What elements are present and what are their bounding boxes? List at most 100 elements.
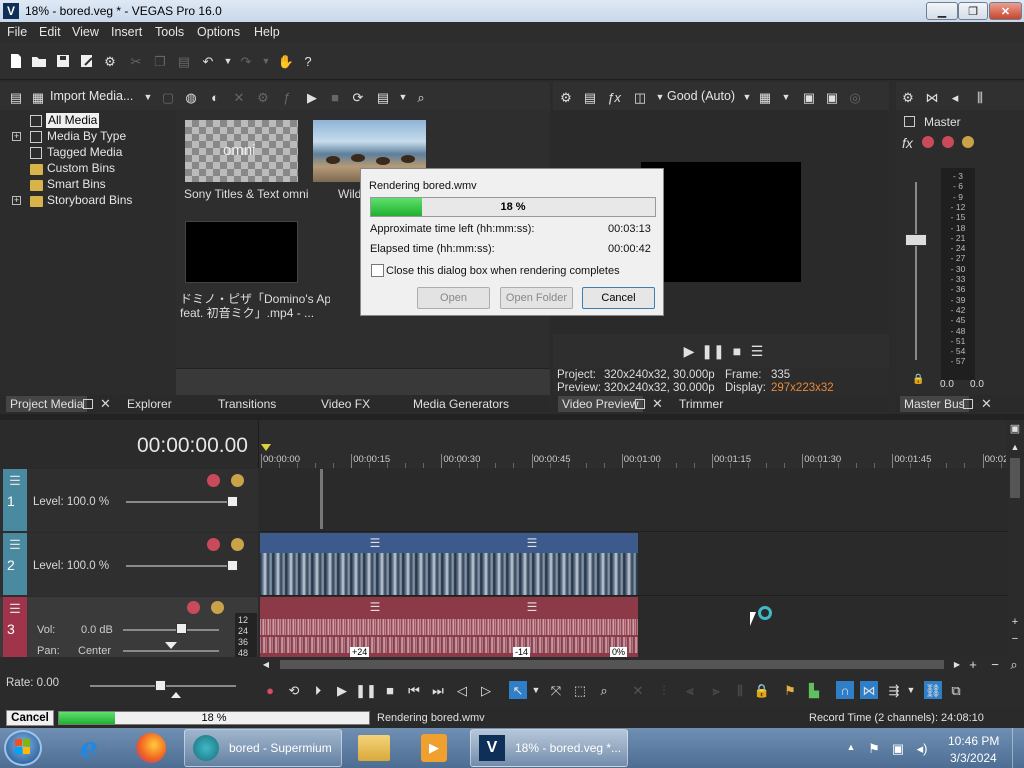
zoom-tool-icon[interactable]: ⌕ — [1008, 658, 1020, 671]
dim-output-icon[interactable]: ◂ — [947, 89, 963, 105]
mixer-faders-icon[interactable]: ⫼ — [972, 89, 988, 105]
media-thumbnail-titles[interactable]: omni — [185, 120, 298, 182]
paste-icon[interactable]: ▤ — [176, 53, 192, 69]
auto-preview-icon[interactable]: ⟳ — [350, 89, 366, 105]
lock-icon[interactable]: 🔒 — [912, 374, 924, 385]
track-grip[interactable]: ☰ 3 — [3, 597, 27, 657]
tree-item-tagged-media[interactable]: Tagged Media — [47, 145, 122, 160]
new-file-icon[interactable] — [8, 53, 24, 69]
preview-settings-icon[interactable]: ⚙ — [558, 89, 574, 105]
help-icon[interactable]: ? — [300, 53, 316, 69]
tab-close-icon[interactable]: ✕ — [100, 396, 111, 412]
zoom-out-icon[interactable]: − — [1008, 632, 1022, 646]
auto-crossfade-icon[interactable]: ⋈ — [860, 681, 878, 699]
clock-date[interactable]: 3/3/2024 — [950, 751, 997, 765]
play-icon[interactable]: ▶ — [334, 682, 350, 698]
expand-icon[interactable]: + — [12, 196, 21, 205]
scroll-thumb[interactable] — [1010, 458, 1020, 498]
clip-menu-icon[interactable]: ☰ — [368, 600, 382, 614]
events-icon[interactable]: ✋ — [278, 53, 294, 69]
close-on-complete-checkbox[interactable] — [371, 264, 384, 277]
master-mute-icon[interactable] — [942, 136, 954, 148]
level-slider-knob[interactable] — [227, 496, 238, 507]
timeline-vscroll[interactable]: ▣ ▲ + − — [1006, 420, 1024, 660]
hscroll-thumb[interactable] — [280, 660, 944, 669]
play-icon[interactable]: ▶ — [304, 89, 320, 105]
open-button[interactable]: Open — [417, 287, 490, 309]
quality-dropdown-icon[interactable]: ▼ — [739, 89, 755, 105]
master-fx-chain-icon[interactable] — [922, 136, 934, 148]
lock-envelopes-icon[interactable]: ⛓ — [924, 681, 942, 699]
undo-dropdown-icon[interactable]: ▼ — [220, 53, 236, 69]
track-menu-icon[interactable]: ☰ — [7, 601, 23, 615]
preview-menu-icon[interactable]: ☰ — [749, 343, 765, 359]
redo-dropdown-icon[interactable]: ▼ — [258, 53, 274, 69]
menu-tools[interactable]: Tools — [155, 25, 184, 39]
menu-edit[interactable]: Edit — [39, 25, 61, 39]
stop-icon[interactable]: ■ — [382, 682, 398, 698]
save-snapshot-icon[interactable]: ▣ — [824, 89, 840, 105]
track-header-2[interactable]: ☰ 2 Level: 100.0 % — [0, 533, 258, 596]
track-mute-icon[interactable] — [187, 601, 200, 614]
split-icon[interactable]: ⫼ — [732, 682, 748, 698]
cut-icon[interactable]: ✂ — [128, 53, 144, 69]
delete-icon[interactable]: ✕ — [630, 682, 646, 698]
rate-slider-knob[interactable] — [155, 680, 166, 691]
capture-icon[interactable]: ▢ — [160, 89, 176, 105]
master-fader-knob[interactable] — [905, 234, 927, 246]
tool-dropdown-icon[interactable]: ▼ — [531, 682, 541, 698]
play-from-start-icon[interactable]: ⏵ — [310, 682, 326, 698]
track-lane-2[interactable]: ☰ ☰ — [260, 533, 1008, 596]
media-grid-scroll[interactable] — [176, 368, 550, 395]
get-media-icon[interactable]: ◍ — [183, 89, 199, 105]
settings-gear-icon[interactable]: ⚙ — [102, 53, 118, 69]
tab-media-generators[interactable]: Media Generators — [413, 397, 509, 411]
preview-device-icon[interactable]: ▤ — [582, 89, 598, 105]
tab-trimmer[interactable]: Trimmer — [679, 397, 723, 411]
redo-icon[interactable]: ↷ — [238, 53, 254, 69]
master-solo-icon[interactable] — [962, 136, 974, 148]
envelope-tool-icon[interactable]: ⤧ — [548, 682, 564, 698]
menu-help[interactable]: Help — [254, 25, 280, 39]
track-grip[interactable]: ☰ 2 — [3, 533, 27, 595]
track-lane-3[interactable]: ☰ ☰ +24 -14 0% — [260, 597, 1008, 657]
volume-icon[interactable]: ◂) — [914, 740, 930, 756]
fx-icon[interactable]: ƒ — [279, 89, 295, 105]
track-mute-icon[interactable] — [207, 538, 220, 551]
undo-icon[interactable]: ↶ — [200, 53, 216, 69]
pause-icon[interactable]: ❚❚ — [701, 343, 724, 359]
timeline-ruler[interactable]: 00:00:00 00:00:15 00:00:30 00:00:45 00:01:00… — [258, 420, 1008, 468]
normal-edit-tool-icon[interactable]: ↖ — [509, 681, 527, 699]
video-clip[interactable]: ☰ ☰ — [260, 533, 638, 595]
action-center-flag-icon[interactable]: ⚑ — [866, 740, 882, 756]
go-to-end-icon[interactable]: ⏭ — [430, 682, 446, 698]
copy-snapshot-icon[interactable]: ▣ — [801, 89, 817, 105]
file-explorer-icon[interactable] — [358, 735, 390, 761]
views-icon[interactable]: ▤ — [375, 89, 391, 105]
preview-extra-icon[interactable]: ◎ — [847, 89, 863, 105]
search-icon[interactable]: ⌕ — [413, 89, 429, 105]
tree-item-storyboard-bins[interactable]: Storyboard Bins — [47, 193, 132, 208]
tree-item-custom-bins[interactable]: Custom Bins — [47, 161, 115, 176]
level-slider-knob[interactable] — [227, 560, 238, 571]
scroll-left-icon[interactable]: ◀ — [261, 659, 271, 670]
clock-time[interactable]: 10:46 PM — [948, 734, 999, 748]
tab-master-bus[interactable]: Master Bus — [900, 396, 969, 412]
menu-file[interactable]: File — [7, 25, 27, 39]
firefox-icon[interactable] — [136, 733, 166, 763]
zoom-in-icon[interactable]: + — [1008, 615, 1022, 629]
zoom-out-h-icon[interactable]: − — [990, 658, 1000, 671]
menu-options[interactable]: Options — [197, 25, 240, 39]
remove-media-icon[interactable]: ✕ — [231, 89, 247, 105]
track-solo-icon[interactable] — [211, 601, 224, 614]
show-desktop-button[interactable] — [1012, 728, 1024, 768]
pan-slider-knob[interactable] — [165, 642, 177, 649]
preview-quality-select[interactable]: Good (Auto) — [667, 89, 735, 103]
prev-frame-icon[interactable]: ◁ — [454, 682, 470, 698]
ignore-grouping-icon[interactable]: ⧉ — [948, 682, 964, 698]
pause-icon[interactable]: ❚❚ — [355, 682, 377, 698]
go-to-start-icon[interactable]: ⏮ — [406, 682, 422, 698]
tree-item-smart-bins[interactable]: Smart Bins — [47, 177, 106, 192]
lock-events-icon[interactable]: 🔒 — [754, 682, 770, 698]
network-icon[interactable]: ▣ — [890, 740, 906, 756]
